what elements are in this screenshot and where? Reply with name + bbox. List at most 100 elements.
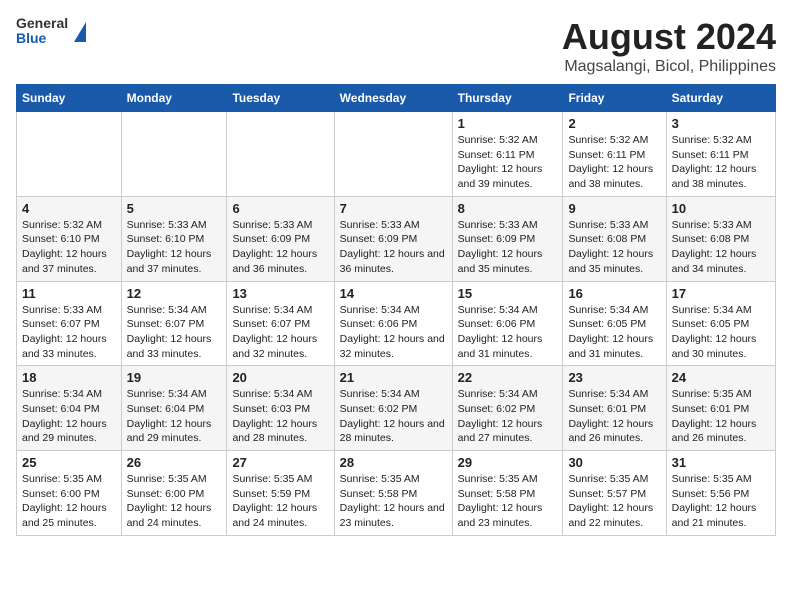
week-row-3: 11 Sunrise: 5:33 AMSunset: 6:07 PMDayligh…	[17, 281, 776, 366]
day-cell	[334, 112, 452, 197]
day-cell: 10 Sunrise: 5:33 AMSunset: 6:08 PMDayligh…	[666, 196, 775, 281]
day-cell: 27 Sunrise: 5:35 AMSunset: 5:59 PMDayligh…	[227, 451, 334, 536]
day-info: Sunrise: 5:35 AMSunset: 6:01 PMDaylight:…	[672, 387, 770, 446]
day-info: Sunrise: 5:34 AMSunset: 6:05 PMDaylight:…	[568, 303, 660, 362]
day-info: Sunrise: 5:34 AMSunset: 6:02 PMDaylight:…	[340, 387, 447, 446]
day-info: Sunrise: 5:34 AMSunset: 6:01 PMDaylight:…	[568, 387, 660, 446]
day-cell	[17, 112, 122, 197]
day-cell	[227, 112, 334, 197]
day-number: 4	[22, 201, 116, 216]
calendar-table: SundayMondayTuesdayWednesdayThursdayFrid…	[16, 84, 776, 536]
day-number: 19	[127, 370, 222, 385]
day-number: 1	[458, 116, 558, 131]
day-cell: 2Sunrise: 5:32 AMSunset: 6:11 PMDaylight…	[563, 112, 666, 197]
day-info: Sunrise: 5:34 AMSunset: 6:04 PMDaylight:…	[22, 387, 116, 446]
day-info: Sunrise: 5:35 AMSunset: 5:58 PMDaylight:…	[340, 472, 447, 531]
day-cell: 28Sunrise: 5:35 AMSunset: 5:58 PMDayligh…	[334, 451, 452, 536]
day-info: Sunrise: 5:35 AMSunset: 5:58 PMDaylight:…	[458, 472, 558, 531]
day-cell: 12 Sunrise: 5:34 AMSunset: 6:07 PMDayligh…	[121, 281, 227, 366]
day-number: 6	[232, 201, 328, 216]
week-row-1: 1 Sunrise: 5:32 AMSunset: 6:11 PMDaylight…	[17, 112, 776, 197]
day-cell: 23Sunrise: 5:34 AMSunset: 6:01 PMDayligh…	[563, 366, 666, 451]
day-cell: 4 Sunrise: 5:32 AMSunset: 6:10 PMDaylight…	[17, 196, 122, 281]
day-info: Sunrise: 5:33 AMSunset: 6:07 PMDaylight:…	[22, 303, 116, 362]
day-info: Sunrise: 5:33 AMSunset: 6:09 PMDaylight:…	[458, 218, 558, 277]
day-info: Sunrise: 5:35 AMSunset: 6:00 PMDaylight:…	[127, 472, 222, 531]
day-cell: 8 Sunrise: 5:33 AMSunset: 6:09 PMDaylight…	[452, 196, 563, 281]
day-number: 31	[672, 455, 770, 470]
day-cell: 15 Sunrise: 5:34 AMSunset: 6:06 PMDayligh…	[452, 281, 563, 366]
calendar-body: 1 Sunrise: 5:32 AMSunset: 6:11 PMDaylight…	[17, 112, 776, 536]
day-info: Sunrise: 5:34 AMSunset: 6:06 PMDaylight:…	[340, 303, 447, 362]
day-number: 27	[232, 455, 328, 470]
day-number: 24	[672, 370, 770, 385]
week-row-4: 18 Sunrise: 5:34 AMSunset: 6:04 PMDayligh…	[17, 366, 776, 451]
day-number: 17	[672, 286, 770, 301]
day-number: 26	[127, 455, 222, 470]
day-number: 16	[568, 286, 660, 301]
day-cell: 22Sunrise: 5:34 AMSunset: 6:02 PMDayligh…	[452, 366, 563, 451]
header-cell-wednesday: Wednesday	[334, 85, 452, 112]
day-cell: 11 Sunrise: 5:33 AMSunset: 6:07 PMDayligh…	[17, 281, 122, 366]
logo-arrow-icon	[74, 22, 86, 42]
day-info: Sunrise: 5:34 AMSunset: 6:06 PMDaylight:…	[458, 303, 558, 362]
calendar-header: SundayMondayTuesdayWednesdayThursdayFrid…	[17, 85, 776, 112]
title-area: August 2024 Magsalangi, Bicol, Philippin…	[562, 16, 776, 76]
day-info: Sunrise: 5:34 AMSunset: 6:03 PMDaylight:…	[232, 387, 328, 446]
day-info: Sunrise: 5:32 AMSunset: 6:11 PMDaylight:…	[672, 133, 770, 192]
day-info: Sunrise: 5:35 AMSunset: 6:00 PMDaylight:…	[22, 472, 116, 531]
day-cell: 1 Sunrise: 5:32 AMSunset: 6:11 PMDaylight…	[452, 112, 563, 197]
header-cell-saturday: Saturday	[666, 85, 775, 112]
day-number: 3	[672, 116, 770, 131]
header: General Blue August 2024 Magsalangi, Bic…	[16, 16, 776, 76]
header-cell-friday: Friday	[563, 85, 666, 112]
day-number: 10	[672, 201, 770, 216]
day-number: 15	[458, 286, 558, 301]
day-cell: 26 Sunrise: 5:35 AMSunset: 6:00 PMDayligh…	[121, 451, 227, 536]
day-info: Sunrise: 5:32 AMSunset: 6:11 PMDaylight:…	[458, 133, 558, 192]
day-cell: 13Sunrise: 5:34 AMSunset: 6:07 PMDayligh…	[227, 281, 334, 366]
day-number: 30	[568, 455, 660, 470]
day-number: 29	[458, 455, 558, 470]
header-cell-thursday: Thursday	[452, 85, 563, 112]
page-subtitle: Magsalangi, Bicol, Philippines	[562, 58, 776, 76]
day-info: Sunrise: 5:35 AMSunset: 5:59 PMDaylight:…	[232, 472, 328, 531]
day-number: 11	[22, 286, 116, 301]
page-title: August 2024	[562, 16, 776, 58]
day-number: 14	[340, 286, 447, 301]
day-number: 8	[458, 201, 558, 216]
day-cell: 6Sunrise: 5:33 AMSunset: 6:09 PMDaylight…	[227, 196, 334, 281]
day-number: 20	[232, 370, 328, 385]
day-cell: 24 Sunrise: 5:35 AMSunset: 6:01 PMDayligh…	[666, 366, 775, 451]
logo: General Blue	[16, 16, 86, 47]
day-info: Sunrise: 5:34 AMSunset: 6:07 PMDaylight:…	[127, 303, 222, 362]
day-info: Sunrise: 5:33 AMSunset: 6:08 PMDaylight:…	[672, 218, 770, 277]
day-info: Sunrise: 5:32 AMSunset: 6:11 PMDaylight:…	[568, 133, 660, 192]
day-info: Sunrise: 5:33 AMSunset: 6:08 PMDaylight:…	[568, 218, 660, 277]
day-number: 13	[232, 286, 328, 301]
day-cell: 16 Sunrise: 5:34 AMSunset: 6:05 PMDayligh…	[563, 281, 666, 366]
logo-general: General	[16, 16, 68, 31]
day-number: 5	[127, 201, 222, 216]
day-number: 21	[340, 370, 447, 385]
day-number: 25	[22, 455, 116, 470]
header-cell-tuesday: Tuesday	[227, 85, 334, 112]
day-cell	[121, 112, 227, 197]
header-cell-monday: Monday	[121, 85, 227, 112]
day-cell: 29 Sunrise: 5:35 AMSunset: 5:58 PMDayligh…	[452, 451, 563, 536]
day-info: Sunrise: 5:34 AMSunset: 6:05 PMDaylight:…	[672, 303, 770, 362]
day-number: 18	[22, 370, 116, 385]
day-cell: 7 Sunrise: 5:33 AMSunset: 6:09 PMDaylight…	[334, 196, 452, 281]
week-row-2: 4 Sunrise: 5:32 AMSunset: 6:10 PMDaylight…	[17, 196, 776, 281]
header-row: SundayMondayTuesdayWednesdayThursdayFrid…	[17, 85, 776, 112]
day-number: 12	[127, 286, 222, 301]
logo-blue: Blue	[16, 31, 68, 46]
day-cell: 19 Sunrise: 5:34 AMSunset: 6:04 PMDayligh…	[121, 366, 227, 451]
day-number: 9	[568, 201, 660, 216]
day-info: Sunrise: 5:33 AMSunset: 6:09 PMDaylight:…	[340, 218, 447, 277]
day-info: Sunrise: 5:33 AMSunset: 6:10 PMDaylight:…	[127, 218, 222, 277]
day-number: 7	[340, 201, 447, 216]
day-info: Sunrise: 5:32 AMSunset: 6:10 PMDaylight:…	[22, 218, 116, 277]
day-info: Sunrise: 5:34 AMSunset: 6:04 PMDaylight:…	[127, 387, 222, 446]
day-info: Sunrise: 5:34 AMSunset: 6:02 PMDaylight:…	[458, 387, 558, 446]
